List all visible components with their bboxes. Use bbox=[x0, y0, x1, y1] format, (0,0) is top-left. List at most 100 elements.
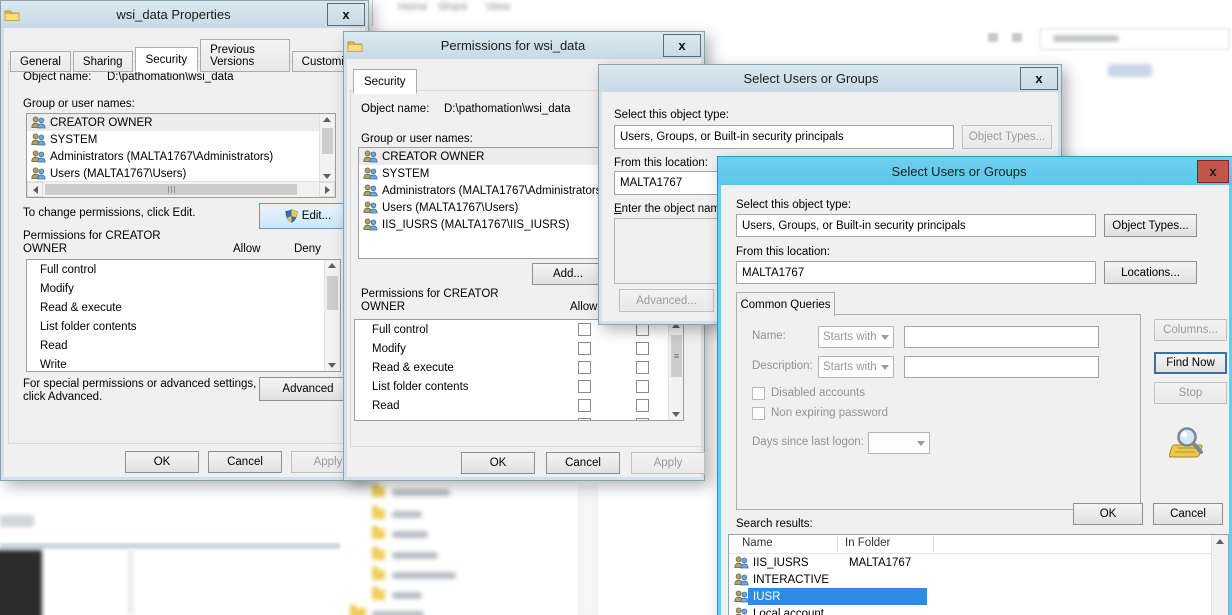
deny-checkbox[interactable] bbox=[636, 361, 649, 374]
ribbon-tab-share[interactable]: Share bbox=[438, 1, 467, 13]
scroll-up-icon[interactable] bbox=[1216, 539, 1224, 544]
name-label: Name: bbox=[752, 330, 786, 342]
allow-checkbox[interactable] bbox=[578, 342, 591, 355]
group-user-list[interactable]: CREATOR OWNER SYSTEM Administrators (MAL… bbox=[26, 113, 336, 198]
user-name: Users (MALTA1767\Users) bbox=[50, 168, 186, 180]
description-match-combo[interactable]: Starts with bbox=[818, 356, 894, 378]
result-row[interactable]: Local account bbox=[730, 605, 1216, 615]
ribbon-tab-view[interactable]: View bbox=[486, 1, 510, 13]
scroll-thumb[interactable] bbox=[45, 184, 297, 195]
tab-security[interactable]: Security bbox=[353, 69, 417, 94]
allow-checkbox[interactable] bbox=[578, 418, 591, 421]
object-type-field[interactable]: Users, Groups, or Built-in security prin… bbox=[614, 125, 954, 149]
scroll-down-icon[interactable] bbox=[323, 174, 331, 179]
result-row[interactable]: IIS_IUSRS MALTA1767 bbox=[730, 554, 1216, 571]
permissions-list[interactable]: Full control Modify Read & execute List … bbox=[354, 319, 684, 421]
v-scrollbar[interactable] bbox=[319, 114, 335, 182]
ribbon-tab-home[interactable]: Home bbox=[398, 1, 427, 13]
object-type-field[interactable]: Users, Groups, or Built-in security prin… bbox=[736, 214, 1096, 237]
advanced-hint-line1: For special permissions or advanced sett… bbox=[23, 378, 256, 390]
columns-button[interactable]: Columns... bbox=[1154, 319, 1227, 341]
scroll-thumb[interactable] bbox=[322, 128, 333, 154]
deny-checkbox[interactable] bbox=[636, 399, 649, 412]
permission-item[interactable]: List folder contents bbox=[27, 317, 340, 336]
v-scrollbar[interactable] bbox=[324, 260, 340, 371]
cancel-button[interactable]: Cancel bbox=[1153, 503, 1223, 525]
list-item[interactable]: SYSTEM bbox=[27, 131, 321, 148]
permission-item[interactable]: Write bbox=[27, 355, 340, 372]
from-location-field[interactable]: MALTA1767 bbox=[736, 261, 1096, 284]
tab-security[interactable]: Security bbox=[135, 47, 199, 72]
v-scrollbar[interactable]: ≡ bbox=[668, 320, 684, 420]
permission-item[interactable]: Full control bbox=[27, 260, 340, 279]
apply-button[interactable]: Apply bbox=[631, 452, 705, 474]
deny-checkbox[interactable] bbox=[636, 342, 649, 355]
permission-item[interactable]: List folder contents bbox=[355, 377, 683, 396]
tab-previous-versions[interactable]: Previous Versions bbox=[200, 39, 290, 72]
permission-item[interactable] bbox=[355, 415, 683, 421]
locations-button[interactable]: Locations... bbox=[1104, 261, 1197, 284]
h-scrollbar[interactable] bbox=[27, 181, 335, 197]
list-item[interactable]: Users (MALTA1767\Users) bbox=[27, 165, 321, 182]
scroll-left-icon[interactable] bbox=[27, 182, 43, 197]
disabled-accounts-checkbox[interactable] bbox=[752, 387, 765, 400]
common-queries-tab[interactable]: Common Queries bbox=[736, 292, 835, 316]
allow-checkbox[interactable] bbox=[578, 323, 591, 336]
allow-checkbox[interactable] bbox=[578, 361, 591, 374]
name-match-combo[interactable]: Starts with bbox=[818, 326, 894, 348]
ok-button[interactable]: OK bbox=[1073, 503, 1143, 525]
description-input[interactable] bbox=[904, 356, 1099, 378]
close-icon[interactable]: x bbox=[1197, 160, 1229, 183]
tab-sharing[interactable]: Sharing bbox=[73, 51, 133, 72]
permission-item[interactable]: Read bbox=[27, 336, 340, 355]
permission-item[interactable]: Modify bbox=[355, 339, 683, 358]
search-box[interactable] bbox=[1040, 28, 1230, 50]
cancel-button[interactable]: Cancel bbox=[546, 452, 620, 474]
object-types-button[interactable]: Object Types... bbox=[962, 125, 1052, 149]
object-types-button[interactable]: Object Types... bbox=[1104, 214, 1197, 237]
select-users-titlebar[interactable]: Select Users or Groups x bbox=[599, 65, 1061, 92]
permission-item[interactable]: Modify bbox=[27, 279, 340, 298]
permission-item[interactable]: Read & execute bbox=[355, 358, 683, 377]
select-users-titlebar[interactable]: Select Users or Groups x bbox=[718, 157, 1232, 185]
bg-scrollbar[interactable] bbox=[578, 486, 598, 615]
scroll-thumb[interactable]: ≡ bbox=[671, 335, 682, 377]
tab-general[interactable]: General bbox=[10, 51, 71, 72]
v-scrollbar[interactable] bbox=[1211, 535, 1228, 615]
permissions-titlebar[interactable]: Permissions for wsi_data x bbox=[344, 32, 704, 59]
cancel-button[interactable]: Cancel bbox=[208, 451, 282, 473]
deny-checkbox[interactable] bbox=[636, 380, 649, 393]
permission-item[interactable]: Read bbox=[355, 396, 683, 415]
scroll-down-icon[interactable] bbox=[672, 412, 680, 417]
scroll-down-icon[interactable] bbox=[328, 363, 336, 368]
list-item[interactable]: CREATOR OWNER bbox=[27, 114, 321, 131]
column-header-in-folder[interactable]: In Folder bbox=[845, 537, 890, 549]
add-button[interactable]: Add... bbox=[532, 263, 604, 285]
find-now-button[interactable]: Find Now bbox=[1154, 352, 1227, 374]
allow-checkbox[interactable] bbox=[578, 380, 591, 393]
column-header-name[interactable]: Name bbox=[742, 537, 773, 549]
scroll-up-icon[interactable] bbox=[328, 263, 336, 268]
stop-button[interactable]: Stop bbox=[1154, 382, 1227, 404]
scroll-right-icon[interactable] bbox=[319, 182, 335, 197]
result-row[interactable]: IUSR bbox=[730, 588, 1216, 605]
close-icon[interactable]: x bbox=[663, 34, 701, 57]
close-icon[interactable]: x bbox=[1020, 67, 1058, 90]
non-expiring-password-checkbox[interactable] bbox=[752, 407, 765, 420]
properties-titlebar[interactable]: wsi_data Properties x bbox=[1, 1, 368, 28]
close-icon[interactable]: x bbox=[327, 3, 365, 26]
advanced-button[interactable]: Advanced... bbox=[619, 289, 714, 312]
allow-checkbox[interactable] bbox=[578, 399, 591, 412]
permission-item[interactable]: Read & execute bbox=[27, 298, 340, 317]
ok-button[interactable]: OK bbox=[125, 451, 199, 473]
search-results-list[interactable]: Name In Folder IIS_IUSRS MALTA1767 INTER… bbox=[728, 534, 1229, 615]
days-since-logon-combo[interactable] bbox=[868, 432, 930, 454]
deny-checkbox[interactable] bbox=[636, 418, 649, 421]
name-input[interactable] bbox=[904, 326, 1099, 348]
permissions-list[interactable]: Full control Modify Read & execute List … bbox=[26, 259, 341, 372]
list-item[interactable]: Administrators (MALTA1767\Administrators… bbox=[27, 148, 321, 165]
scroll-up-icon[interactable] bbox=[323, 117, 331, 122]
scroll-thumb[interactable] bbox=[327, 276, 338, 310]
result-row[interactable]: INTERACTIVE bbox=[730, 571, 1216, 588]
ok-button[interactable]: OK bbox=[461, 452, 535, 474]
